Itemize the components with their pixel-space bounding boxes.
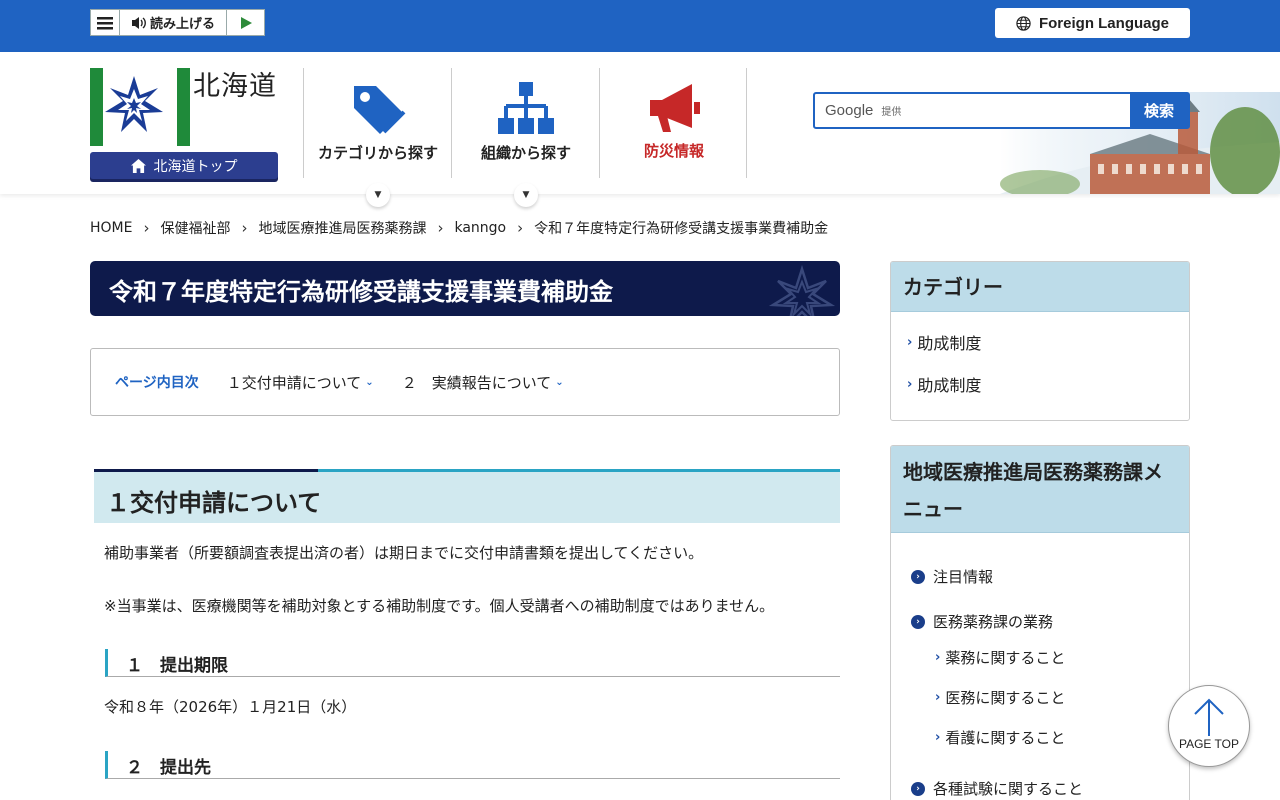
- menu-item-label: 看護に関すること: [945, 729, 1066, 747]
- chevron-right-icon: ›: [907, 376, 913, 392]
- speaker-icon: [131, 16, 146, 29]
- chevron-right-icon: ›: [935, 650, 941, 665]
- menu-item-featured[interactable]: › 注目情報: [911, 566, 993, 587]
- toc-link-application-label: １交付申請について: [226, 373, 362, 392]
- read-aloud-toolbar: 読み上げる: [90, 9, 265, 36]
- circle-chevron-icon: ›: [911, 781, 925, 796]
- toc-link-application[interactable]: １交付申請について ⌄: [227, 372, 374, 393]
- circle-chevron-icon: ›: [911, 614, 925, 629]
- page-top-label: PAGE TOP: [1178, 737, 1240, 751]
- sidebar-category-label: 助成制度: [917, 376, 982, 395]
- sidebar-category-box: カテゴリー › 助成制度 › 助成制度: [890, 261, 1190, 421]
- menu-item-label: 薬務に関すること: [945, 649, 1066, 667]
- menu-subitem-nursing[interactable]: › 看護に関すること: [935, 727, 1065, 748]
- chevron-down-icon[interactable]: ▼: [514, 183, 538, 207]
- heading-accent-bar: [94, 469, 318, 472]
- sidebar-category-heading: カテゴリー: [891, 262, 1189, 312]
- top-utility-bar: 読み上げる Foreign Language: [0, 0, 1280, 52]
- chevron-down-icon: ⌄: [365, 376, 374, 388]
- chevron-right-icon: ›: [935, 730, 941, 745]
- menu-item-label: 注目情報: [933, 568, 994, 586]
- body-paragraph: 補助事業者（所要額調査表提出済の者）は期日までに交付申請書類を提出してください。: [104, 544, 704, 562]
- globe-icon: [1016, 15, 1031, 31]
- page-title-banner: 令和７年度特定行為研修受講支援事業費補助金: [90, 261, 840, 316]
- menu-item-label: 各種試験に関すること: [933, 780, 1084, 798]
- chevron-right-icon: ›: [907, 334, 913, 350]
- breadcrumb-medical-affairs[interactable]: 地域医療推進局医務薬務課: [258, 218, 426, 238]
- deadline-date: 令和８年（2026年）１月21日（水）: [104, 698, 357, 716]
- nav-disaster-label: 防災情報: [643, 142, 704, 160]
- page-title: 令和７年度特定行為研修受講支援事業費補助金: [109, 278, 613, 306]
- menu-item-label: 医務薬務課の業務: [933, 613, 1054, 631]
- foreign-language-button[interactable]: Foreign Language: [995, 8, 1190, 38]
- subheading-deadline: １ 提出期限: [105, 649, 840, 677]
- chevron-right-icon: ›: [143, 219, 150, 237]
- menu-item-label: 医務に関すること: [945, 689, 1066, 707]
- chevron-down-icon[interactable]: ▼: [366, 183, 390, 207]
- subheading-destination-text: ２ 提出先: [126, 758, 211, 778]
- play-button[interactable]: [227, 10, 264, 35]
- menu-item-exams[interactable]: › 各種試験に関すること: [911, 778, 1083, 799]
- read-aloud-button[interactable]: 読み上げる: [120, 10, 227, 35]
- megaphone-icon: [650, 84, 700, 132]
- site-header: 北海道 北海道トップ カテゴリから探す ▼ 組織から探す ▼ 防災情報 Goog…: [0, 52, 1280, 207]
- breadcrumb-kanngo[interactable]: kanngo: [454, 220, 506, 236]
- hokkaido-flag-logo[interactable]: [90, 68, 190, 146]
- nav-disaster-info[interactable]: 防災情報: [599, 68, 747, 178]
- nav-category-label: カテゴリから探す: [317, 144, 438, 162]
- subheading-deadline-text: １ 提出期限: [126, 656, 228, 676]
- hokkaido-top-button[interactable]: 北海道トップ: [90, 152, 278, 179]
- breadcrumb: HOME › 保健福祉部 › 地域医療推進局医務薬務課 › kanngo › 令…: [90, 218, 828, 238]
- hamburger-icon: [97, 16, 113, 29]
- home-icon: [130, 158, 146, 173]
- section-heading-text: １交付申請について: [106, 489, 322, 517]
- menu-button[interactable]: [91, 10, 120, 35]
- org-chart-icon: [498, 82, 554, 134]
- menu-subitem-medical[interactable]: › 医務に関すること: [935, 687, 1065, 708]
- foreign-language-label: Foreign Language: [1038, 14, 1169, 32]
- nav-category-search[interactable]: カテゴリから探す ▼: [303, 68, 451, 207]
- nav-organization-label: 組織から探す: [480, 144, 571, 162]
- snowflake-emblem-icon: [768, 265, 836, 316]
- arrow-up-icon: [1194, 698, 1224, 736]
- read-aloud-label: 読み上げる: [149, 17, 215, 32]
- breadcrumb-home[interactable]: HOME: [90, 220, 132, 236]
- search-input[interactable]: Google 提供: [815, 94, 1130, 127]
- toc-link-report-label: ２ 実績報告について: [401, 373, 552, 392]
- toc-link-report[interactable]: ２ 実績報告について ⌄: [402, 372, 564, 393]
- search-button[interactable]: 検索: [1130, 94, 1188, 127]
- breadcrumb-current: 令和７年度特定行為研修受講支援事業費補助金: [534, 221, 829, 237]
- home-button-label: 北海道トップ: [153, 158, 238, 175]
- search-box: Google 提供 検索: [813, 92, 1190, 129]
- toc-label: ページ内目次: [115, 375, 199, 391]
- sidebar-category-item[interactable]: › 助成制度: [907, 372, 981, 396]
- menu-subitem-pharmacy[interactable]: › 薬務に関すること: [935, 647, 1065, 668]
- prefecture-name: 北海道: [193, 71, 277, 102]
- sidebar-category-item[interactable]: › 助成制度: [907, 330, 981, 354]
- chevron-right-icon: ›: [517, 219, 524, 237]
- body-paragraph-note: ※当事業は、医療機関等を補助対象とする補助制度です。個人受講者への補助制度ではあ…: [104, 597, 775, 615]
- page-table-of-contents: ページ内目次 １交付申請について ⌄ ２ 実績報告について ⌄: [90, 348, 840, 416]
- sidebar-menu-heading: 地域医療推進局医務薬務課メニュー: [891, 446, 1189, 533]
- nav-organization-search[interactable]: 組織から探す ▼: [451, 68, 599, 207]
- page-top-button[interactable]: PAGE TOP: [1168, 685, 1250, 767]
- sidebar-category-label: 助成制度: [917, 334, 982, 353]
- chevron-right-icon: ›: [241, 219, 248, 237]
- menu-item-division-work[interactable]: › 医務薬務課の業務: [911, 611, 1053, 632]
- google-label: Google: [825, 102, 874, 119]
- provided-label: 提供: [881, 107, 902, 118]
- sidebar-division-menu: 地域医療推進局医務薬務課メニュー › 注目情報 › 医務薬務課の業務 › 薬務に…: [890, 445, 1190, 800]
- tag-icon: [354, 86, 406, 134]
- chevron-right-icon: ›: [935, 690, 941, 705]
- chevron-right-icon: ›: [437, 219, 444, 237]
- circle-chevron-icon: ›: [911, 569, 925, 584]
- section-heading-application: １交付申請について: [94, 469, 840, 523]
- play-icon: [240, 16, 252, 29]
- subheading-destination: ２ 提出先: [105, 751, 840, 779]
- chevron-down-icon: ⌄: [555, 376, 564, 388]
- breadcrumb-health-welfare[interactable]: 保健福祉部: [160, 218, 230, 238]
